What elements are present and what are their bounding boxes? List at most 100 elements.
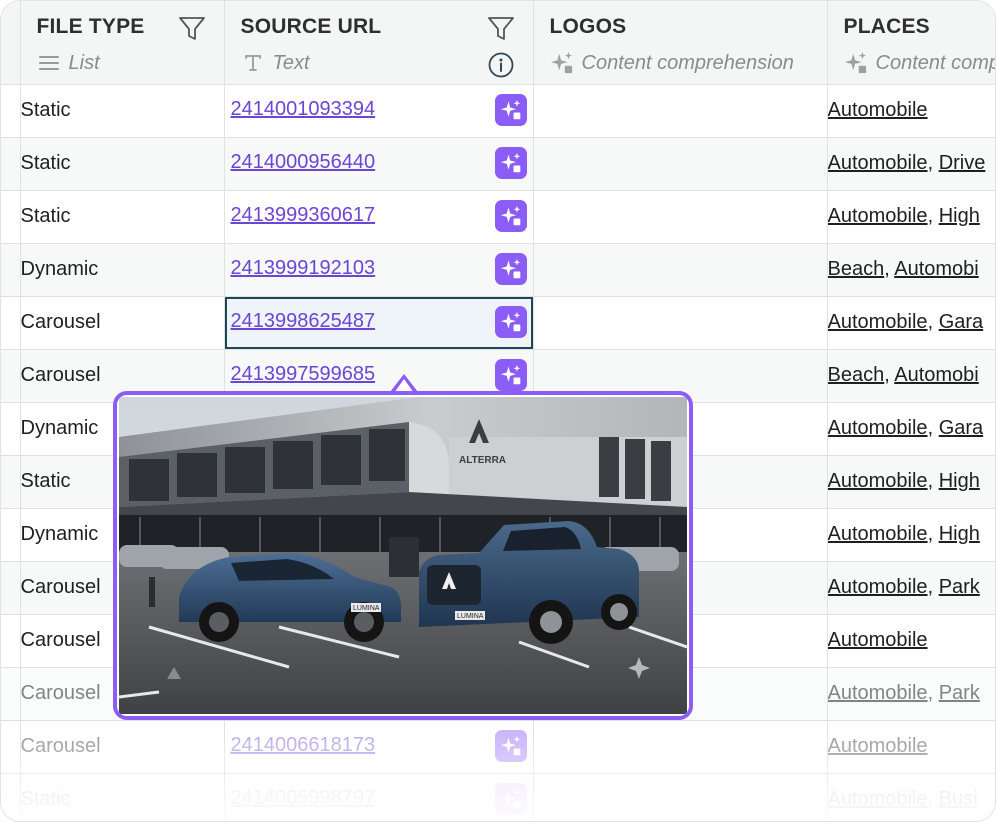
row-gutter[interactable] xyxy=(1,561,21,615)
row-gutter[interactable] xyxy=(1,349,21,403)
place-tag-link[interactable]: Busi xyxy=(939,788,978,810)
places-cell[interactable]: Automobile xyxy=(827,720,995,774)
source-url-link[interactable]: 2414000956440 xyxy=(231,151,376,174)
row-gutter[interactable] xyxy=(1,296,21,350)
row-gutter[interactable] xyxy=(1,667,21,721)
places-cell[interactable]: Automobile, Park xyxy=(827,561,995,615)
source-url-cell[interactable]: 2414000956440 xyxy=(224,137,534,191)
place-tag-link[interactable]: Gara xyxy=(939,417,983,439)
source-url-cell[interactable]: 2414001093394 xyxy=(224,84,534,138)
file-type-cell[interactable]: Static xyxy=(20,84,225,138)
file-type-cell[interactable]: Static xyxy=(20,190,225,244)
place-tag-link[interactable]: Automobile xyxy=(828,311,928,333)
table-row[interactable]: Carousel 2413998625487 Automobile, Gara xyxy=(1,296,995,350)
places-cell[interactable]: Automobile, Park xyxy=(827,667,995,721)
table-row[interactable]: Carousel 2414006618173 Automobile xyxy=(1,720,995,774)
place-tag-link[interactable]: Automobile xyxy=(828,682,928,704)
ai-preview-button[interactable] xyxy=(494,199,527,232)
source-url-link[interactable]: 2413997599685 xyxy=(231,363,376,386)
source-url-link[interactable]: 2413999192103 xyxy=(231,257,376,280)
source-url-link[interactable]: 2413998625487 xyxy=(231,310,376,333)
logos-cell[interactable] xyxy=(533,296,828,350)
logos-cell[interactable] xyxy=(533,137,828,191)
place-tag-link[interactable]: Beach xyxy=(828,258,885,280)
places-cell[interactable]: Automobile, High xyxy=(827,508,995,562)
ai-preview-button[interactable] xyxy=(494,93,527,126)
source-url-link[interactable]: 2414005998797 xyxy=(231,787,376,810)
row-gutter[interactable] xyxy=(1,137,21,191)
place-tag-link[interactable]: Automobi xyxy=(894,258,979,280)
table-row[interactable]: Dynamic 2413999192103 Beach, Automobi xyxy=(1,243,995,297)
places-cell[interactable]: Beach, Automobi xyxy=(827,243,995,297)
info-icon[interactable] xyxy=(488,52,514,78)
source-url-cell[interactable]: 2414006618173 xyxy=(224,720,534,774)
place-tag-link[interactable]: Park xyxy=(939,682,980,704)
ai-preview-button[interactable] xyxy=(494,358,527,391)
row-gutter[interactable] xyxy=(1,190,21,244)
row-gutter[interactable] xyxy=(1,243,21,297)
source-url-cell[interactable]: 2413999192103 xyxy=(224,243,534,297)
place-tag-link[interactable]: Automobile xyxy=(828,576,928,598)
source-url-link[interactable]: 2414006618173 xyxy=(231,734,376,757)
file-type-cell[interactable]: Static xyxy=(20,773,225,821)
column-header-logos[interactable]: LOGOS Content comprehension xyxy=(533,1,828,85)
places-cell[interactable]: Automobile, High xyxy=(827,455,995,509)
ai-preview-button[interactable] xyxy=(494,782,527,815)
place-tag-link[interactable]: High xyxy=(939,205,980,227)
place-tag-link[interactable]: Beach xyxy=(828,364,885,386)
table-row[interactable]: Static 2413999360617 Automobile, High xyxy=(1,190,995,244)
place-tag-link[interactable]: Automobile xyxy=(828,152,928,174)
places-cell[interactable]: Automobile, High xyxy=(827,190,995,244)
filter-icon[interactable] xyxy=(487,16,515,42)
file-type-cell[interactable]: Dynamic xyxy=(20,243,225,297)
ai-preview-button[interactable] xyxy=(494,729,527,762)
place-tag-link[interactable]: Automobile xyxy=(828,470,928,492)
file-type-cell[interactable]: Static xyxy=(20,137,225,191)
row-gutter[interactable] xyxy=(1,720,21,774)
logos-cell[interactable] xyxy=(533,720,828,774)
place-tag-link[interactable]: Automobile xyxy=(828,629,928,651)
place-tag-link[interactable]: Automobi xyxy=(894,364,979,386)
file-type-cell[interactable]: Carousel xyxy=(20,720,225,774)
place-tag-link[interactable]: Automobile xyxy=(828,788,928,810)
row-gutter[interactable] xyxy=(1,773,21,821)
source-url-link[interactable]: 2413999360617 xyxy=(231,204,376,227)
place-tag-link[interactable]: High xyxy=(939,523,980,545)
table-row[interactable]: Static 2414005998797 Automobile, Busi xyxy=(1,773,995,821)
place-tag-link[interactable]: Park xyxy=(939,576,980,598)
table-row[interactable]: Static 2414001093394 Automobile xyxy=(1,84,995,138)
logos-cell[interactable] xyxy=(533,84,828,138)
file-type-cell[interactable]: Carousel xyxy=(20,296,225,350)
logos-cell[interactable] xyxy=(533,243,828,297)
places-cell[interactable]: Automobile, Gara xyxy=(827,402,995,456)
row-gutter[interactable] xyxy=(1,508,21,562)
place-tag-link[interactable]: Automobile xyxy=(828,99,928,121)
ai-preview-button[interactable] xyxy=(494,146,527,179)
row-gutter[interactable] xyxy=(1,84,21,138)
source-url-cell[interactable]: 2413999360617 xyxy=(224,190,534,244)
places-cell[interactable]: Automobile, Drive xyxy=(827,137,995,191)
place-tag-link[interactable]: Drive xyxy=(939,152,986,174)
row-gutter[interactable] xyxy=(1,614,21,668)
table-row[interactable]: Static 2414000956440 Automobile, Drive xyxy=(1,137,995,191)
place-tag-link[interactable]: Automobile xyxy=(828,417,928,439)
places-cell[interactable]: Automobile xyxy=(827,84,995,138)
place-tag-link[interactable]: Gara xyxy=(939,311,983,333)
places-cell[interactable]: Automobile, Busi xyxy=(827,773,995,821)
source-url-cell[interactable]: 2414005998797 xyxy=(224,773,534,821)
column-header-file-type[interactable]: FILE TYPE List xyxy=(20,1,225,85)
place-tag-link[interactable]: Automobile xyxy=(828,205,928,227)
row-gutter[interactable] xyxy=(1,402,21,456)
row-gutter[interactable] xyxy=(1,455,21,509)
column-header-places[interactable]: PLACES Content comprehension xyxy=(827,1,995,85)
place-tag-link[interactable]: High xyxy=(939,470,980,492)
places-cell[interactable]: Automobile xyxy=(827,614,995,668)
places-cell[interactable]: Beach, Automobi xyxy=(827,349,995,403)
ai-preview-button[interactable] xyxy=(494,305,527,338)
logos-cell[interactable] xyxy=(533,190,828,244)
source-url-link[interactable]: 2414001093394 xyxy=(231,98,376,121)
place-tag-link[interactable]: Automobile xyxy=(828,735,928,757)
filter-icon[interactable] xyxy=(178,16,206,42)
column-header-source-url[interactable]: SOURCE URL Text xyxy=(224,1,534,85)
logos-cell[interactable] xyxy=(533,773,828,821)
